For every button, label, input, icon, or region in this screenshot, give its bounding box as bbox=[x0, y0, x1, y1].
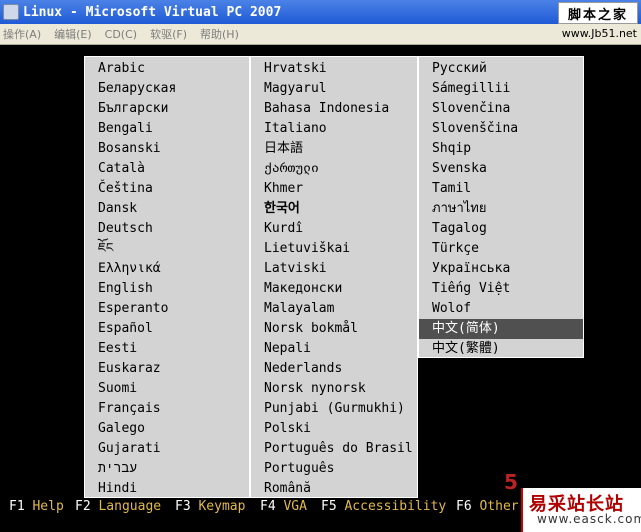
language-option[interactable]: Bengali bbox=[85, 119, 249, 139]
language-option[interactable]: Gujarati bbox=[85, 439, 249, 459]
menu-cd[interactable]: CD(C) bbox=[105, 28, 137, 41]
menu-action[interactable]: 操作(A) bbox=[3, 26, 41, 42]
language-option[interactable]: Wolof bbox=[419, 299, 583, 319]
vm-screen: Arabic Беларуская Български Bengali Bosanski… bbox=[0, 45, 641, 532]
footer-f3[interactable]: F3 Keymap bbox=[175, 496, 245, 518]
language-option[interactable]: Latviski bbox=[251, 259, 417, 279]
language-option[interactable]: 中文(繁體) bbox=[419, 339, 583, 359]
language-option[interactable]: Svenska bbox=[419, 159, 583, 179]
watermark-url: www.Jb51.net bbox=[561, 27, 637, 40]
language-option[interactable]: Nepali bbox=[251, 339, 417, 359]
language-option[interactable]: Slovenščina bbox=[419, 119, 583, 139]
language-option[interactable]: Dansk bbox=[85, 199, 249, 219]
footer-f5[interactable]: F5 Accessibility bbox=[321, 496, 446, 518]
site-logo: 易采站长站 www.easck.com bbox=[521, 488, 641, 532]
language-option[interactable]: Norsk bokmål bbox=[251, 319, 417, 339]
language-option[interactable]: Tagalog bbox=[419, 219, 583, 239]
language-column-1: Arabic Беларуская Български Bengali Bosanski… bbox=[84, 56, 250, 498]
language-option[interactable]: 日本語 bbox=[251, 139, 417, 159]
language-column-3: Русский Sámegillii Slovenčina Slovenščina Sh… bbox=[418, 56, 584, 358]
language-option[interactable]: Galego bbox=[85, 419, 249, 439]
language-option[interactable]: Arabic bbox=[85, 59, 249, 79]
window-titlebar[interactable]: Linux - Microsoft Virtual PC 2007 脚本之家 bbox=[0, 0, 641, 24]
language-option[interactable]: עברית bbox=[85, 459, 249, 479]
language-option[interactable]: Français bbox=[85, 399, 249, 419]
language-option[interactable]: Lietuviškai bbox=[251, 239, 417, 259]
language-option[interactable]: Hrvatski bbox=[251, 59, 417, 79]
language-option[interactable]: Ελληνικά bbox=[85, 259, 249, 279]
menu-floppy[interactable]: 软驱(F) bbox=[150, 26, 187, 42]
virtual-pc-icon bbox=[3, 4, 19, 20]
menu-help[interactable]: 帮助(H) bbox=[200, 26, 239, 42]
language-option[interactable]: Català bbox=[85, 159, 249, 179]
language-option[interactable]: Български bbox=[85, 99, 249, 119]
language-option[interactable]: ქართული bbox=[251, 159, 417, 179]
language-option[interactable]: Slovenčina bbox=[419, 99, 583, 119]
language-option[interactable]: English bbox=[85, 279, 249, 299]
footer-f6[interactable]: F6 Other bbox=[456, 496, 519, 518]
language-option[interactable]: Kurdî bbox=[251, 219, 417, 239]
language-option[interactable]: Bosanski bbox=[85, 139, 249, 159]
language-option[interactable]: Bahasa Indonesia bbox=[251, 99, 417, 119]
language-option[interactable]: Čeština bbox=[85, 179, 249, 199]
language-option[interactable]: Malayalam bbox=[251, 299, 417, 319]
language-option[interactable]: Sámegillii bbox=[419, 79, 583, 99]
language-option[interactable]: Punjabi (Gurmukhi) bbox=[251, 399, 417, 419]
language-option[interactable]: Українська bbox=[419, 259, 583, 279]
watermark-title: 脚本之家 bbox=[558, 2, 638, 24]
footer-f1[interactable]: F1 Help bbox=[9, 496, 64, 518]
language-option[interactable]: Nederlands bbox=[251, 359, 417, 379]
language-option[interactable]: Português do Brasil bbox=[251, 439, 417, 459]
language-option[interactable]: Khmer bbox=[251, 179, 417, 199]
language-option[interactable]: Shqip bbox=[419, 139, 583, 159]
language-option[interactable]: Tiếng Việt bbox=[419, 279, 583, 299]
language-option[interactable]: Eesti bbox=[85, 339, 249, 359]
watermark-mark: 5 bbox=[504, 470, 518, 494]
menu-bar: 操作(A) 编辑(E) CD(C) 软驱(F) 帮助(H) www.Jb51.n… bbox=[0, 24, 641, 45]
language-option[interactable]: ཇོང bbox=[85, 239, 249, 259]
window-title: Linux - Microsoft Virtual PC 2007 bbox=[23, 4, 282, 20]
language-option[interactable]: ภาษาไทย bbox=[419, 199, 583, 219]
language-option[interactable]: Suomi bbox=[85, 379, 249, 399]
language-option[interactable]: 中文(简体) bbox=[419, 319, 583, 339]
language-option[interactable]: Euskaraz bbox=[85, 359, 249, 379]
language-option[interactable]: Norsk nynorsk bbox=[251, 379, 417, 399]
language-option[interactable]: Македонски bbox=[251, 279, 417, 299]
language-option[interactable]: Türkçe bbox=[419, 239, 583, 259]
language-option[interactable]: 한국어 bbox=[251, 199, 417, 219]
logo-url: www.easck.com bbox=[537, 512, 641, 526]
language-option[interactable]: Italiano bbox=[251, 119, 417, 139]
language-option[interactable]: Polski bbox=[251, 419, 417, 439]
language-option[interactable]: Deutsch bbox=[85, 219, 249, 239]
footer-f2[interactable]: F2 Language bbox=[75, 496, 161, 518]
language-option[interactable]: Magyarul bbox=[251, 79, 417, 99]
menu-edit[interactable]: 编辑(E) bbox=[54, 26, 92, 42]
language-column-2: Hrvatski Magyarul Bahasa Indonesia Italiano… bbox=[250, 56, 418, 498]
language-option[interactable]: Беларуская bbox=[85, 79, 249, 99]
language-option[interactable]: Tamil bbox=[419, 179, 583, 199]
footer-f4[interactable]: F4 VGA bbox=[260, 496, 307, 518]
language-option[interactable]: Русский bbox=[419, 59, 583, 79]
language-option[interactable]: Español bbox=[85, 319, 249, 339]
language-option[interactable]: Esperanto bbox=[85, 299, 249, 319]
language-option[interactable]: Português bbox=[251, 459, 417, 479]
